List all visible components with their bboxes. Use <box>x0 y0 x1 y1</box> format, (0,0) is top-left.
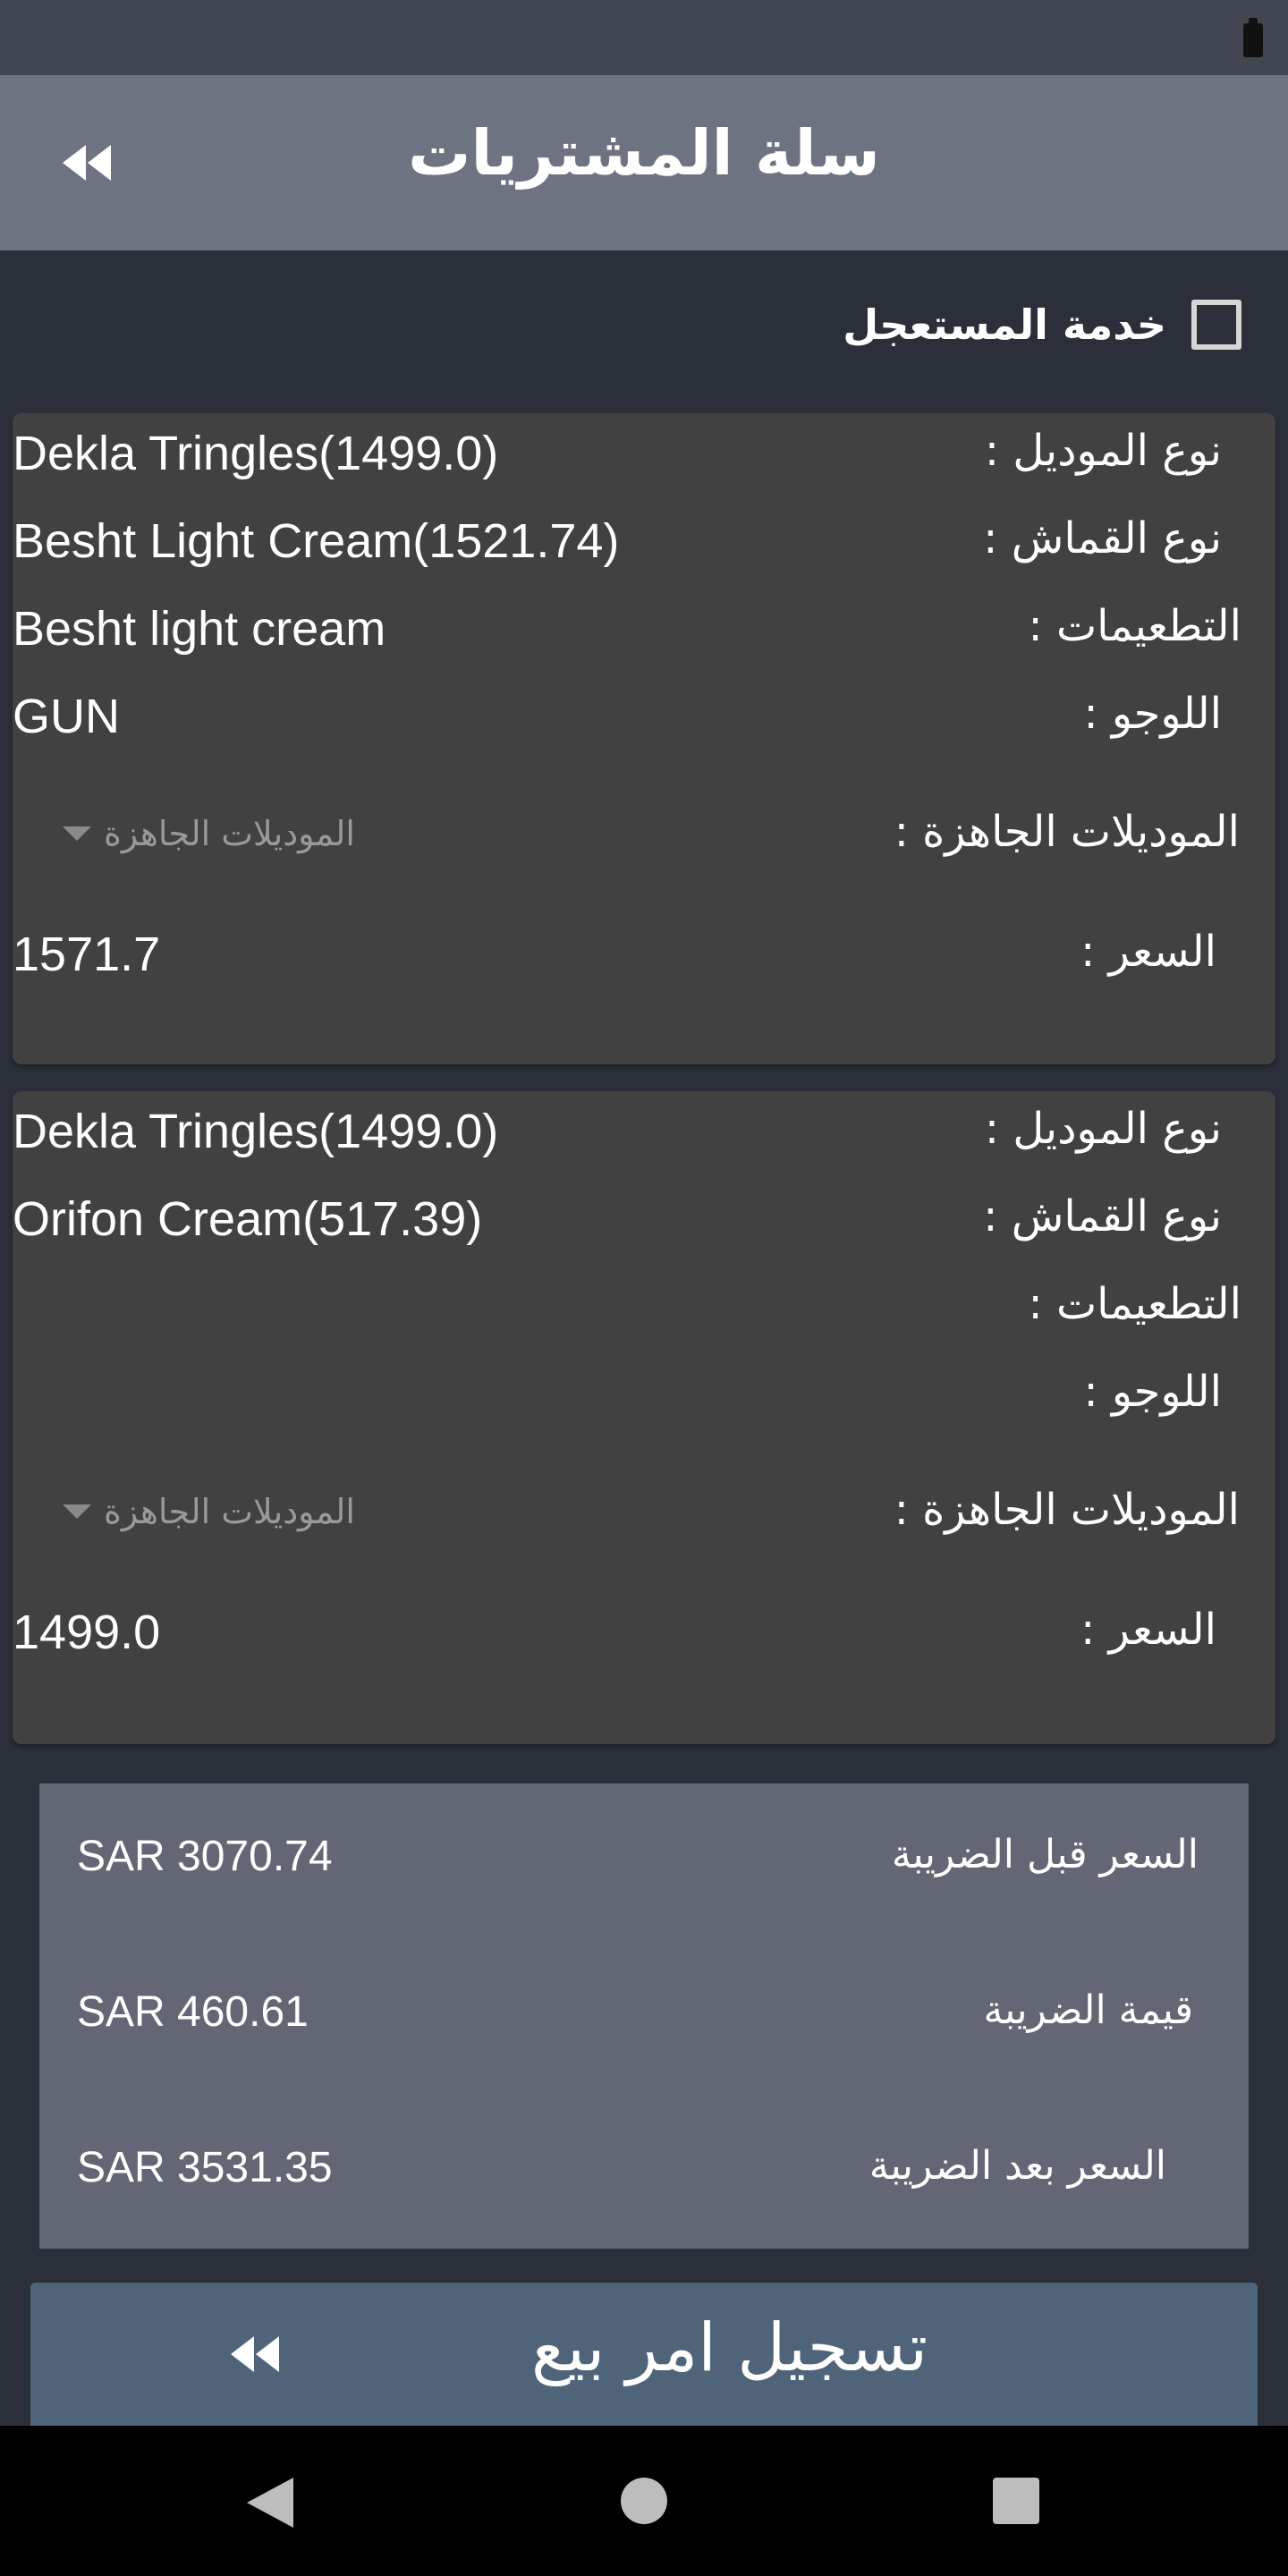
after-tax-label: السعر بعد الضريبة <box>869 2143 1166 2189</box>
embroidery-row: التطعيمات : Besht light cream <box>13 594 1275 665</box>
fabric-row: نوع القماش : Orifon Cream(517.39) <box>13 1184 1275 1256</box>
system-navigation-bar <box>0 2426 1288 2576</box>
logo-row: اللوجو : <box>13 1360 1275 1431</box>
embroidery-label: التطعيمات : <box>1028 1279 1241 1329</box>
caret-down-icon <box>63 1504 91 1519</box>
tax-label: قيمة الضريبة <box>983 1987 1193 2033</box>
page-title: سلة المشتريات <box>408 116 880 190</box>
before-tax-label: السعر قبل الضريبة <box>891 1832 1199 1877</box>
logo-row: اللوجو : GUN <box>13 682 1275 753</box>
double-chevron-left-icon <box>231 2336 279 2372</box>
ready-models-row: الموديلات الجاهزة : الموديلات الجاهزة <box>13 1478 1275 1549</box>
logo-label: اللوجو : <box>1083 689 1222 739</box>
nav-home-icon[interactable] <box>621 2478 667 2524</box>
price-summary-panel: السعر قبل الضريبة SAR 3070.74 قيمة الضري… <box>39 1784 1249 2249</box>
app-bar: سلة المشتريات <box>0 75 1288 250</box>
ready-models-dropdown-text: الموديلات الجاهزة <box>104 814 355 853</box>
ready-models-row: الموديلات الجاهزة : الموديلات الجاهزة <box>13 800 1275 871</box>
ready-models-dropdown-text: الموديلات الجاهزة <box>104 1492 355 1531</box>
after-tax-value: SAR 3531.35 <box>77 2144 333 2191</box>
fabric-label: نوع القماش : <box>983 1191 1222 1241</box>
nav-recents-icon[interactable] <box>993 2478 1039 2524</box>
logo-label: اللوجو : <box>1083 1367 1222 1417</box>
model-label: نوع الموديل : <box>984 1104 1222 1154</box>
submit-button-label: تسجيل امر بيع <box>531 2309 928 2386</box>
embroidery-value: Besht light cream <box>13 602 386 656</box>
embroidery-row: التطعيمات : <box>13 1272 1275 1343</box>
ready-models-label: الموديلات الجاهزة : <box>894 1485 1240 1535</box>
price-label: السعر : <box>1080 1605 1216 1655</box>
price-value: 1499.0 <box>13 1606 161 1659</box>
embroidery-label: التطعيمات : <box>1028 601 1241 651</box>
status-bar <box>0 0 1288 75</box>
after-tax-row: السعر بعد الضريبة SAR 3531.35 <box>39 2134 1249 2206</box>
fabric-row: نوع القماش : Besht Light Cream(1521.74) <box>13 506 1275 578</box>
battery-icon <box>1243 18 1263 57</box>
model-row: نوع الموديل : Dekla Tringles(1499.0) <box>13 1097 1275 1168</box>
submit-sales-order-button[interactable]: تسجيل امر بيع <box>30 2283 1258 2426</box>
express-service-checkbox[interactable] <box>1191 300 1241 350</box>
model-value: Dekla Tringles(1499.0) <box>13 427 499 480</box>
caret-down-icon <box>63 826 91 841</box>
price-value: 1571.7 <box>13 928 161 981</box>
ready-models-label: الموديلات الجاهزة : <box>894 807 1240 857</box>
price-row: السعر : 1571.7 <box>13 919 1275 991</box>
logo-value: GUN <box>13 690 120 743</box>
nav-back-icon[interactable] <box>243 2474 297 2531</box>
model-value: Dekla Tringles(1499.0) <box>13 1105 499 1158</box>
price-row: السعر : 1499.0 <box>13 1597 1275 1669</box>
model-row: نوع الموديل : Dekla Tringles(1499.0) <box>13 419 1275 490</box>
ready-models-dropdown[interactable]: الموديلات الجاهزة <box>63 814 355 853</box>
tax-value: SAR 460.61 <box>77 1988 309 2036</box>
cart-item-card: نوع الموديل : Dekla Tringles(1499.0) نوع… <box>13 413 1275 1064</box>
express-service-label: خدمة المستعجل <box>843 301 1166 349</box>
model-label: نوع الموديل : <box>984 426 1222 476</box>
tax-row: قيمة الضريبة SAR 460.61 <box>39 1979 1249 2050</box>
fabric-label: نوع القماش : <box>983 513 1222 564</box>
express-service-option[interactable]: خدمة المستعجل <box>843 292 1241 358</box>
fabric-value: Orifon Cream(517.39) <box>13 1192 483 1246</box>
price-label: السعر : <box>1080 927 1216 977</box>
before-tax-row: السعر قبل الضريبة SAR 3070.74 <box>39 1823 1249 1894</box>
cart-item-card: نوع الموديل : Dekla Tringles(1499.0) نوع… <box>13 1091 1275 1744</box>
fabric-value: Besht Light Cream(1521.74) <box>13 514 620 568</box>
ready-models-dropdown[interactable]: الموديلات الجاهزة <box>63 1492 355 1531</box>
before-tax-value: SAR 3070.74 <box>77 1833 333 1880</box>
